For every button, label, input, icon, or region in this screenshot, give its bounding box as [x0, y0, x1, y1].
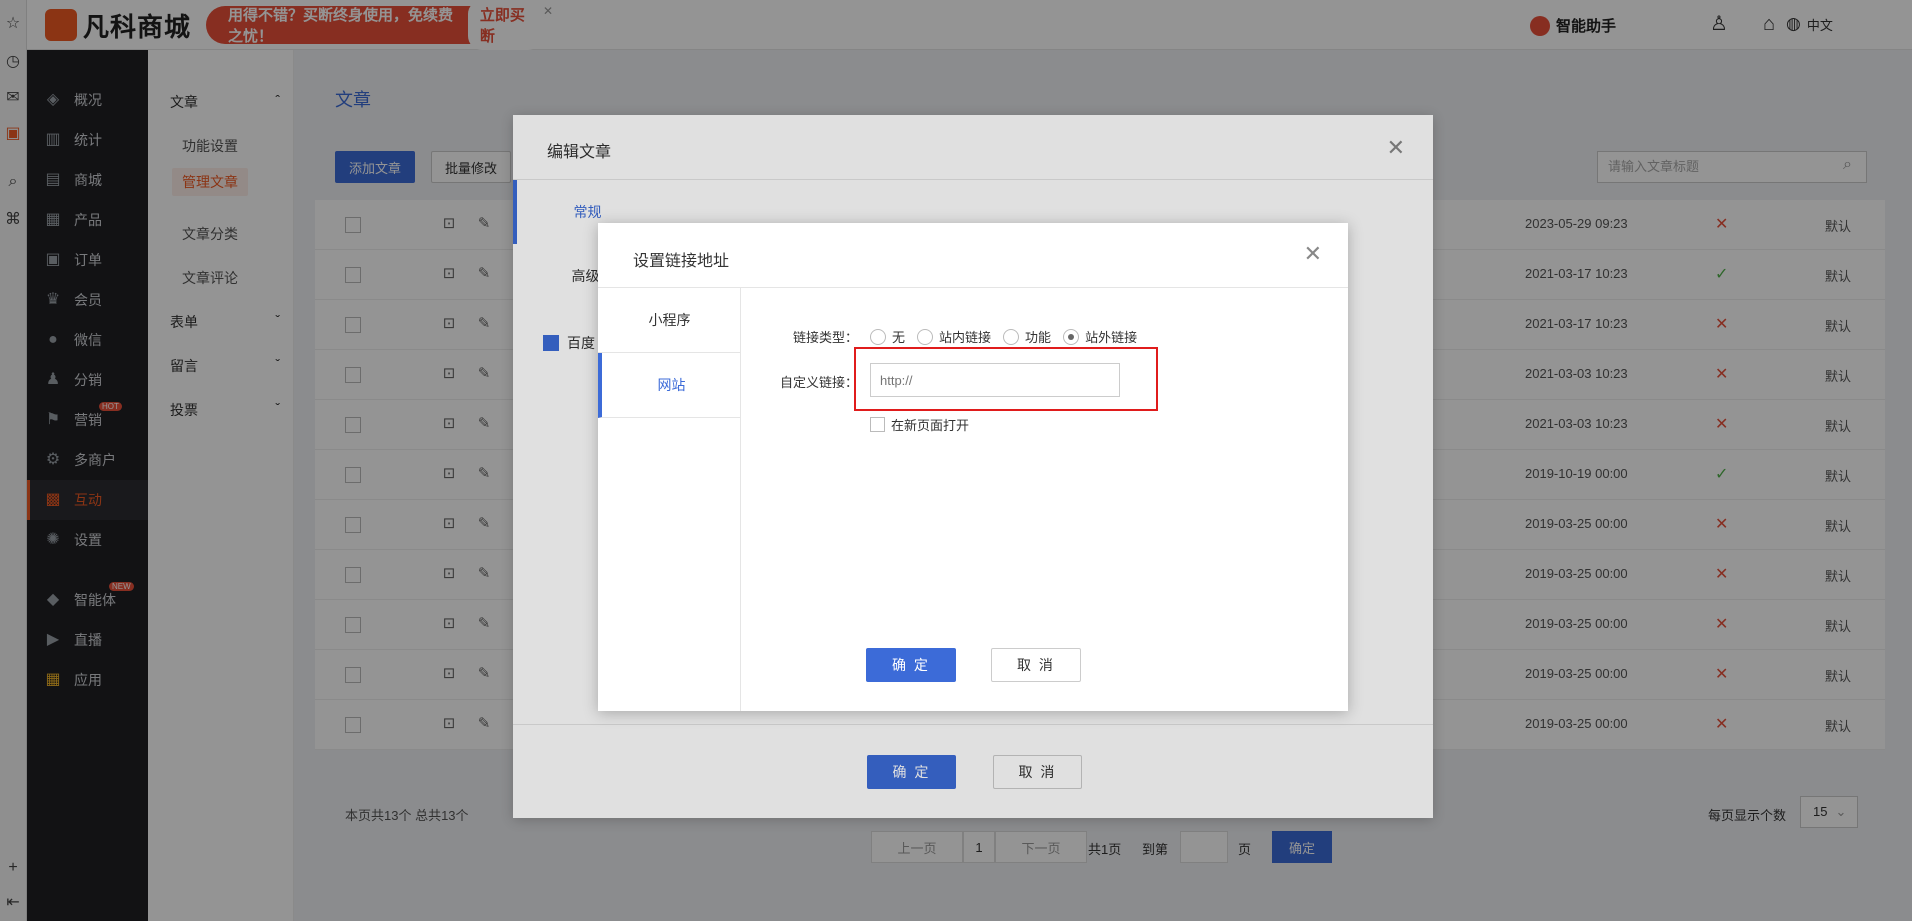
set-link-dialog: 设置链接地址 ✕ 小程序 网站 链接类型： 无 站内链接 功能 站外链接 自定义… — [598, 223, 1348, 711]
radio-label: 无 — [892, 330, 906, 345]
radio-internal-link[interactable] — [917, 328, 934, 345]
radio-label: 功能 — [1025, 330, 1052, 345]
tab-website[interactable]: 网站 — [598, 353, 741, 418]
radio-label: 站内链接 — [939, 330, 992, 345]
cancel-button[interactable]: 取 消 — [991, 648, 1081, 682]
highlight-box — [854, 347, 1158, 411]
radio-label: 站外链接 — [1085, 330, 1138, 345]
link-type-tabs: 小程序 网站 — [598, 288, 741, 711]
tab-mini-program[interactable]: 小程序 — [598, 288, 741, 353]
dialog-title: 设置链接地址 — [633, 253, 730, 270]
custom-link-label: 自定义链接： — [780, 375, 859, 390]
link-type-label: 链接类型： — [793, 330, 859, 345]
open-new-page-label: 在新页面打开 — [891, 418, 970, 433]
radio-none[interactable] — [870, 328, 887, 345]
radio-external-link[interactable] — [1063, 328, 1080, 345]
open-new-page-checkbox[interactable] — [870, 417, 885, 432]
link-type-radio-group: 链接类型： 无 站内链接 功能 站外链接 — [793, 327, 1137, 346]
close-icon[interactable]: ✕ — [1304, 241, 1322, 267]
open-new-page-option[interactable]: 在新页面打开 — [870, 415, 969, 434]
confirm-button[interactable]: 确 定 — [866, 648, 956, 682]
radio-function[interactable] — [1003, 328, 1020, 345]
